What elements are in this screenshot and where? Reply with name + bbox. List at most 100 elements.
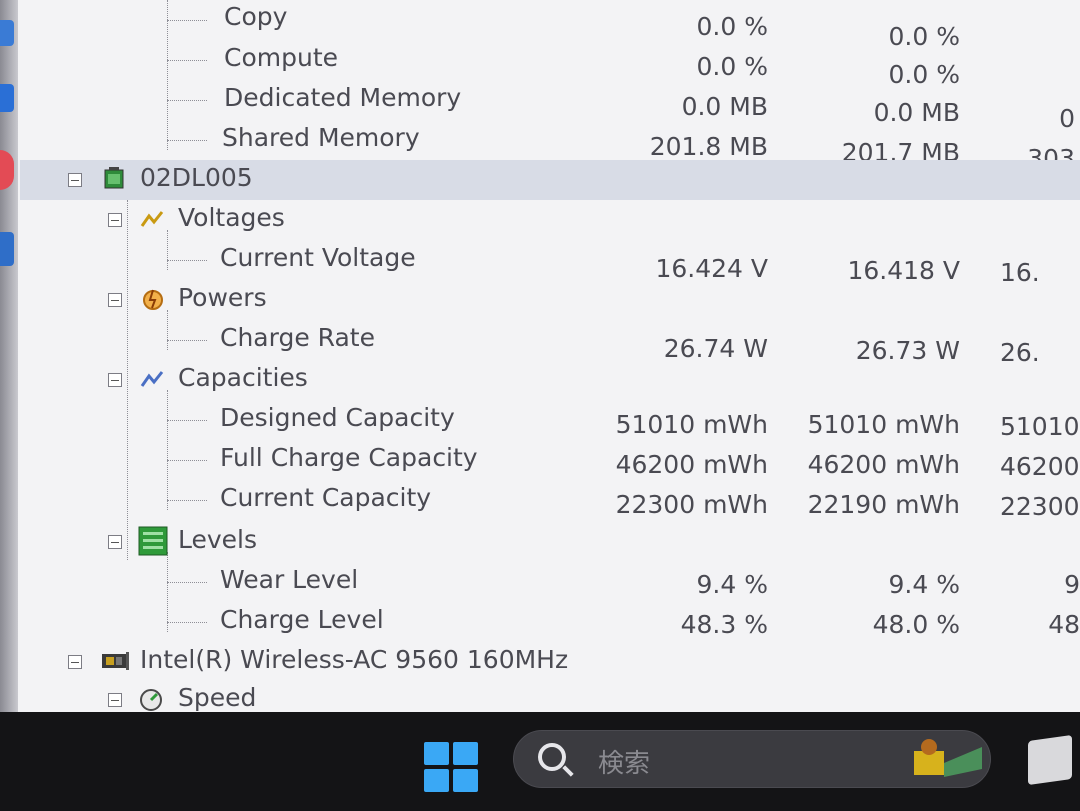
- search-highlight-icon: [914, 739, 982, 777]
- tree-branch: [167, 420, 207, 421]
- sensor-label: Full Charge Capacity: [220, 443, 478, 472]
- windows-logo-tile: [424, 742, 449, 765]
- battery-icon: [104, 167, 124, 189]
- tree-branch: [167, 500, 207, 501]
- category-label: Speed: [178, 683, 257, 712]
- sensor-min: 48.0 %: [872, 610, 960, 639]
- category-label: Capacities: [178, 363, 308, 392]
- sensor-max: 22300: [1000, 492, 1080, 521]
- category-label: Powers: [178, 283, 267, 312]
- sensor-row[interactable]: Shared Memory 201.8 MB 201.7 MB 303: [20, 120, 1080, 173]
- sensor-label: Wear Level: [220, 565, 359, 594]
- sensor-row[interactable]: Charge Level 48.3 % 48.0 % 48: [20, 602, 1080, 642]
- category-row-speed[interactable]: Speed: [20, 680, 1080, 712]
- taskbar-search-box[interactable]: 検索: [513, 730, 991, 788]
- sensor-value: 22300 mWh: [615, 490, 768, 519]
- sensor-row[interactable]: Compute 0.0 % 0.0 %: [20, 40, 1080, 89]
- speed-icon: [140, 689, 162, 711]
- collapse-toggle[interactable]: [108, 535, 122, 549]
- sensor-row[interactable]: Copy 0.0 % 0.0 %: [20, 0, 1080, 51]
- category-row-levels[interactable]: Levels: [20, 522, 1080, 562]
- category-row-voltages[interactable]: Voltages: [20, 200, 1080, 240]
- tree-branch: [167, 140, 207, 141]
- tree-branch: [167, 20, 207, 21]
- sensor-row[interactable]: Current Capacity 22300 mWh 22190 mWh 223…: [20, 480, 1080, 521]
- sensor-value: 9.4 %: [696, 570, 768, 599]
- sensor-row[interactable]: Designed Capacity 51010 mWh 51010 mWh 51…: [20, 400, 1080, 441]
- search-icon: [538, 743, 566, 771]
- sensor-max: 9: [1064, 570, 1080, 599]
- sensor-min: 9.4 %: [888, 570, 960, 599]
- sensor-value: 48.3 %: [680, 610, 768, 639]
- sensor-value: 16.424 V: [655, 254, 768, 283]
- tree-branch: [167, 460, 207, 461]
- device-name: 02DL005: [140, 163, 253, 192]
- sensor-row[interactable]: Dedicated Memory 0.0 MB 0.0 MB 0: [20, 80, 1080, 133]
- sensor-row[interactable]: Full Charge Capacity 46200 mWh 46200 mWh…: [20, 440, 1080, 481]
- tree-branch: [167, 340, 207, 341]
- tree-branch: [167, 622, 207, 623]
- device-row-wireless[interactable]: Intel(R) Wireless-AC 9560 160MHz: [20, 642, 1080, 682]
- levels-icon: [138, 526, 168, 556]
- sensor-value: 0.0 %: [696, 52, 768, 81]
- sensor-label: Charge Level: [220, 605, 384, 634]
- collapse-toggle[interactable]: [108, 373, 122, 387]
- collapse-toggle[interactable]: [68, 173, 82, 187]
- tree-branch: [167, 260, 207, 261]
- sensor-label: Charge Rate: [220, 323, 375, 352]
- sensor-label: Current Voltage: [220, 243, 416, 272]
- category-label: Voltages: [178, 203, 285, 232]
- sensor-value: 201.8 MB: [649, 132, 768, 161]
- search-placeholder: 検索: [598, 749, 651, 779]
- windows-logo-tile: [453, 769, 478, 792]
- power-icon: [143, 289, 163, 310]
- sensor-max: 51010: [1000, 412, 1080, 441]
- sensor-label: Current Capacity: [220, 483, 432, 512]
- edge-app-icon: [0, 20, 14, 46]
- sensor-max: 48: [1048, 610, 1080, 639]
- category-row-powers[interactable]: Powers: [20, 280, 1080, 320]
- collapse-toggle[interactable]: [108, 693, 122, 707]
- sensor-label: Copy: [224, 2, 288, 31]
- taskbar: 検索: [0, 712, 1080, 811]
- sensor-label: Dedicated Memory: [224, 83, 462, 112]
- sensor-label: Shared Memory: [222, 123, 420, 152]
- edge-app-icon: [0, 84, 14, 112]
- sensor-row[interactable]: Charge Rate 26.74 W 26.73 W 26.: [20, 320, 1080, 367]
- voltage-icon: [140, 211, 164, 227]
- sensor-row[interactable]: Wear Level 9.4 % 9.4 % 9: [20, 562, 1080, 602]
- sensor-label: Designed Capacity: [220, 403, 455, 432]
- sensor-min: 22190 mWh: [807, 490, 960, 519]
- sensor-min: 46200 mWh: [807, 450, 960, 479]
- device-name: Intel(R) Wireless-AC 9560 160MHz: [140, 645, 569, 674]
- collapse-toggle[interactable]: [108, 293, 122, 307]
- collapse-toggle[interactable]: [108, 213, 122, 227]
- category-row-capacities[interactable]: Capacities: [20, 360, 1080, 400]
- sensor-value: 0.0 MB: [681, 92, 768, 121]
- sensor-min: 51010 mWh: [807, 410, 960, 439]
- edge-app-icon: [0, 150, 14, 190]
- sensor-value: 0.0 %: [696, 12, 768, 41]
- windows-logo-tile: [453, 742, 478, 765]
- sensor-tree: Copy 0.0 % 0.0 % Compute 0.0 % 0.0 % Ded…: [20, 0, 1080, 712]
- tree-branch: [167, 582, 207, 583]
- sensor-label: Compute: [224, 43, 339, 72]
- network-card-icon: [102, 652, 129, 670]
- capacity-icon: [140, 371, 164, 387]
- collapse-toggle[interactable]: [68, 655, 82, 669]
- sensor-row[interactable]: Current Voltage 16.424 V 16.418 V 16.: [20, 240, 1080, 287]
- category-label: Levels: [178, 525, 258, 554]
- tree-branch: [167, 60, 207, 61]
- tree-branch: [167, 100, 207, 101]
- hwmonitor-window: Copy 0.0 % 0.0 % Compute 0.0 % 0.0 % Ded…: [0, 0, 1080, 712]
- left-edge-strip: [0, 0, 18, 712]
- start-button[interactable]: [424, 742, 478, 792]
- tray-app-icon[interactable]: [1028, 734, 1072, 786]
- windows-logo-tile: [424, 769, 449, 792]
- device-row-battery[interactable]: 02DL005: [20, 160, 1080, 200]
- sensor-max: 46200: [1000, 452, 1080, 481]
- edge-app-icon: [0, 232, 14, 266]
- sensor-value: 51010 mWh: [615, 410, 768, 439]
- sensor-value: 26.74 W: [663, 334, 768, 363]
- sensor-value: 46200 mWh: [615, 450, 768, 479]
